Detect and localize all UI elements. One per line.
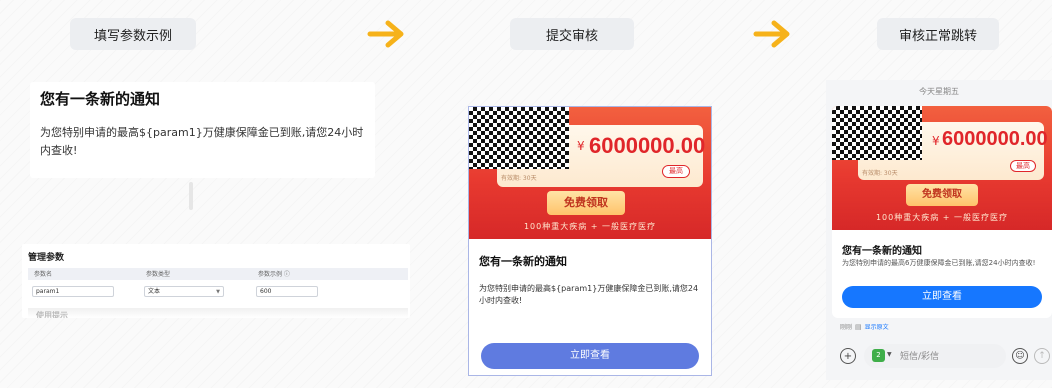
param-example-input[interactable]: 600 — [256, 286, 318, 297]
step-label-submit-review: 提交审核 — [510, 18, 634, 50]
preview-phone-redirect: 今天星期五 ¥ 6000000.00 最高 有效期: 30天 免费领取 100种… — [826, 80, 1052, 380]
message-title: 您有一条新的通知 — [842, 246, 922, 257]
step-label-text: 填写参数示例 — [93, 28, 172, 44]
banner-footer-text: 100种重大疾病 + 一般医疗医疗 — [875, 213, 1009, 222]
rich-message-card: ¥ 6000000.00 最高 有效期: 30天 免费领取 100种重大疾病 +… — [832, 106, 1052, 318]
qr-placeholder — [469, 107, 569, 169]
message-body: 为您特别申请的最高6万健康保障金已到账,请您24小时内查收! — [842, 259, 1036, 267]
notification-body: 为您特别申请的最高${param1}万健康保障金已到账,请您24小时内查收! — [40, 126, 364, 157]
connector-divider — [189, 182, 193, 210]
params-panel: 管理参数 参数名 参数类型 参数示例 ⓘ param1 文本 ▼ 600 使用提… — [22, 244, 410, 318]
sim-card-icon[interactable]: 2 — [872, 349, 885, 362]
arrow-right-icon — [753, 20, 790, 48]
param-type-value: 文本 — [148, 288, 161, 295]
message-title: 您有一条新的通知 — [479, 255, 567, 268]
banner-footer-text: 100种重大疾病 + 一般医疗医疗 — [523, 222, 657, 231]
currency-symbol: ¥ — [932, 134, 940, 148]
claim-button[interactable]: 免费领取 — [547, 191, 625, 215]
message-input[interactable]: 2 ▼ 短信/彩信 — [864, 344, 1006, 368]
message-time: 刚刚 — [840, 324, 853, 331]
arrow-right-icon — [367, 20, 404, 48]
chevron-down-icon[interactable]: ▼ — [887, 351, 892, 358]
add-icon[interactable]: + — [840, 348, 856, 364]
currency-symbol: ¥ — [577, 139, 585, 153]
send-icon[interactable]: ↑ — [1034, 348, 1050, 364]
amount-value: 6000000.00 — [589, 133, 706, 158]
params-table-header: 参数名 参数类型 参数示例 ⓘ — [28, 268, 408, 280]
view-now-button[interactable]: 立即查看 — [842, 286, 1042, 308]
message-meta: 刚刚 ▤ 显示原文 — [840, 322, 889, 332]
message-body: 为您特别申请的最高${param1}万健康保障金已到账,请您24小时内查收! — [479, 284, 699, 305]
show-original-link[interactable]: 显示原文 — [865, 322, 889, 331]
emoji-icon[interactable]: ☺ — [1012, 348, 1028, 364]
date-divider: 今天星期五 — [919, 87, 959, 96]
notification-preview-card: 您有一条新的通知 为您特别申请的最高${param1}万健康保障金已到账,请您2… — [30, 82, 375, 178]
step-label-text: 审核正常跳转 — [898, 28, 977, 44]
param-type-select[interactable]: 文本 ▼ — [144, 286, 224, 297]
column-header-type: 参数类型 — [146, 271, 171, 278]
validity-text: 有效期: 30天 — [862, 170, 898, 177]
step-label-fill-params: 填写参数示例 — [70, 18, 196, 50]
validity-text: 有效期: 30天 — [501, 175, 537, 182]
amount-value: 6000000.00 — [942, 128, 1048, 150]
max-badge: 最高 — [662, 165, 690, 178]
step-label-text: 提交审核 — [545, 28, 598, 44]
chevron-down-icon: ▼ — [216, 289, 220, 295]
input-placeholder: 短信/彩信 — [900, 352, 940, 362]
promo-banner: ¥ 6000000.00 最高 有效期: 30天 免费领取 100种重大疾病 +… — [469, 107, 711, 239]
qr-placeholder — [832, 106, 922, 160]
usage-tips-section: 使用提示 — [28, 308, 408, 318]
usage-tips-heading: 使用提示 — [36, 311, 68, 318]
column-header-example: 参数示例 ⓘ — [258, 271, 290, 278]
claim-button[interactable]: 免费领取 — [906, 184, 978, 206]
param-name-input[interactable]: param1 — [32, 286, 114, 297]
promo-banner: ¥ 6000000.00 最高 有效期: 30天 免费领取 100种重大疾病 +… — [832, 106, 1052, 230]
document-icon: ▤ — [855, 322, 862, 331]
notification-title: 您有一条新的通知 — [40, 90, 161, 108]
step-label-review-redirect: 审核正常跳转 — [877, 18, 999, 50]
params-section-title: 管理参数 — [28, 253, 65, 263]
view-now-button[interactable]: 立即查看 — [481, 343, 699, 369]
column-header-name: 参数名 — [34, 271, 53, 278]
max-badge: 最高 — [1010, 160, 1036, 172]
preview-phone-review: ¥ 6000000.00 最高 有效期: 30天 免费领取 100种重大疾病 +… — [468, 106, 712, 376]
